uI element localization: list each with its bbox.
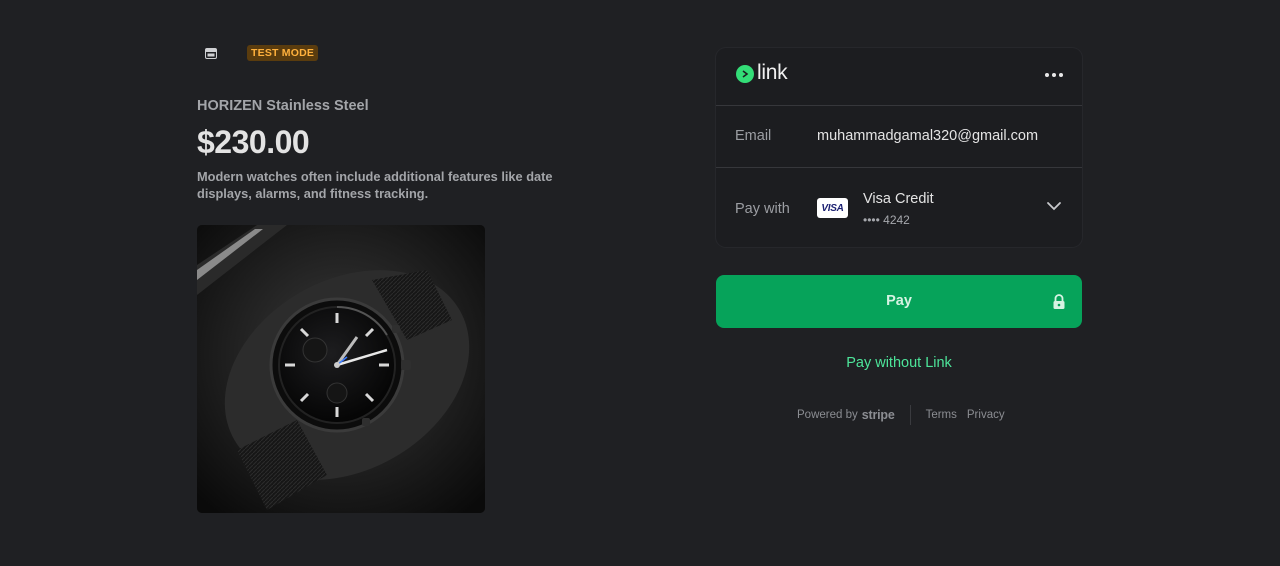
visa-card-icon: VISA <box>817 198 848 218</box>
link-logo: link <box>736 61 788 85</box>
pay-button[interactable]: Pay <box>716 275 1082 328</box>
email-value: muhammadgamal320@gmail.com <box>817 128 1039 144</box>
link-payment-card: link Email muhammadgamal320@gmail.com Pa… <box>716 48 1082 247</box>
store-icon[interactable] <box>197 44 225 62</box>
link-logo-icon <box>736 65 754 83</box>
order-summary-pane: TEST MODE HORIZEN Stainless Steel $230.0… <box>0 0 640 566</box>
card-name: Visa Credit <box>863 191 934 207</box>
privacy-link[interactable]: Privacy <box>967 409 1005 421</box>
stripe-logo: stripe <box>861 408 895 422</box>
terms-link[interactable]: Terms <box>926 409 957 421</box>
email-label: Email <box>735 128 772 144</box>
payment-method-selector[interactable]: Pay with VISA Visa Credit •••• 4242 <box>716 168 1082 247</box>
link-logo-text: link <box>757 61 788 84</box>
product-description: Modern watches often include additional … <box>197 169 553 201</box>
product-name: HORIZEN Stainless Steel <box>197 98 369 114</box>
card-last4: •••• 4242 <box>863 213 910 227</box>
powered-by-label: Powered by <box>797 409 858 421</box>
product-image <box>197 225 485 513</box>
chevron-down-icon[interactable] <box>1046 200 1062 212</box>
link-header: link <box>716 48 1082 106</box>
lock-icon <box>1053 294 1065 309</box>
pay-button-label: Pay <box>886 293 912 309</box>
pay-with-label: Pay with <box>735 201 790 217</box>
summary-header: TEST MODE <box>197 44 319 62</box>
footer: Powered by stripe Terms Privacy <box>797 405 1015 425</box>
checkout-page: TEST MODE HORIZEN Stainless Steel $230.0… <box>0 0 1280 566</box>
test-mode-badge: TEST MODE <box>247 45 319 61</box>
email-row: Email muhammadgamal320@gmail.com <box>716 106 1082 168</box>
pay-without-link-button[interactable]: Pay without Link <box>716 355 1082 371</box>
product-price: $230.00 <box>197 124 310 160</box>
more-horizontal-icon[interactable] <box>1044 66 1064 84</box>
powered-by-stripe[interactable]: Powered by stripe <box>797 408 895 422</box>
footer-divider <box>909 405 911 425</box>
